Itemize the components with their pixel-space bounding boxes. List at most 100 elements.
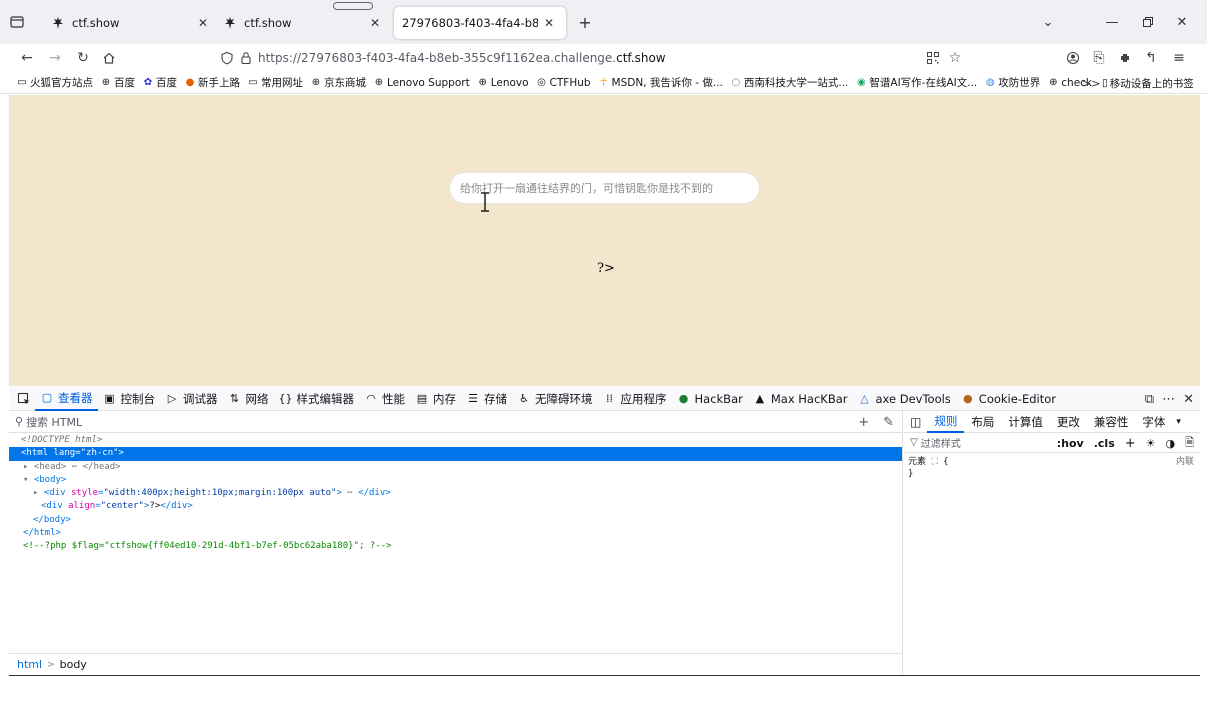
devtools-tab-inspector[interactable]: ▢ 查看器 <box>35 387 98 411</box>
more-options-icon[interactable]: ⋯ <box>1162 392 1175 407</box>
bookmark-item[interactable]: ◎ CTFHub <box>536 77 590 89</box>
bookmark-item[interactable]: ☥ MSDN, 我告诉你 - 做... <box>598 75 723 90</box>
bookmark-item[interactable]: ▭ 火狐官方站点 <box>16 75 93 90</box>
close-tab-icon[interactable]: ✕ <box>364 12 386 34</box>
back-arrow-icon[interactable]: ← <box>16 47 38 69</box>
devtools-tab-console[interactable]: ▣ 控制台 <box>98 387 161 411</box>
close-tab-icon[interactable]: ✕ <box>538 12 560 34</box>
bookmarks-overflow-button[interactable]: >> <box>1082 72 1100 93</box>
url-prefix: https://27976803-f403-4fa4-b8eb-355c9f11… <box>258 51 617 65</box>
eyedropper-icon[interactable]: ✎ <box>883 415 894 430</box>
php-close-text: ?> <box>597 261 615 276</box>
tree-row-body[interactable]: ▾ <body> <box>9 474 902 487</box>
qr-code-icon[interactable] <box>922 47 944 69</box>
breadcrumb-html[interactable]: html <box>17 658 42 671</box>
tab-title: ctf.show <box>72 16 120 30</box>
performance-icon: ◠ <box>366 392 376 405</box>
sidebar-tab-computed[interactable]: 计算值 <box>1001 411 1050 433</box>
folder-icon: ▯ <box>1102 77 1108 89</box>
memory-icon: ▤ <box>416 392 428 405</box>
undo-arrow-icon[interactable]: ↰ <box>1140 47 1162 69</box>
new-tab-button[interactable]: + <box>574 11 596 33</box>
tab-1[interactable]: ctf.show ✕ <box>38 7 220 39</box>
minimize-button[interactable]: — <box>1100 10 1124 34</box>
bookmark-item[interactable]: ⊕ 百度 <box>100 75 135 90</box>
tree-row-div-2[interactable]: <div align="center">?></div> <box>9 500 902 513</box>
chevron-down-icon[interactable]: ⌄ <box>1036 10 1060 34</box>
globe-icon: ⊕ <box>311 77 321 88</box>
bookmark-item[interactable]: ▭ 常用网址 <box>247 75 303 90</box>
devtools-tab-axe[interactable]: △ axe DevTools <box>853 387 956 411</box>
account-icon[interactable] <box>1062 47 1084 69</box>
sidebar-tab-compatibility[interactable]: 兼容性 <box>1087 411 1136 433</box>
sidebar-tab-rules[interactable]: 规则 <box>927 411 965 433</box>
bookmark-item[interactable]: ◉ 智谱AI写作-在线AI文... <box>855 75 977 90</box>
sidebar-tab-changes[interactable]: 更改 <box>1050 411 1087 433</box>
reload-icon[interactable]: ↻ <box>72 47 94 69</box>
tree-row-body-close[interactable]: </body> <box>9 514 902 527</box>
close-window-button[interactable]: ✕ <box>1170 10 1194 34</box>
style-filter-bar[interactable]: ▽ 过滤样式 :hov .cls + ☀ ◑ 🗎 <box>904 433 1200 453</box>
url-domain: ctf.show <box>616 51 666 65</box>
home-icon[interactable] <box>98 47 120 69</box>
restore-button[interactable] <box>1136 10 1160 34</box>
bookmark-item[interactable]: ● 新手上路 <box>184 75 240 90</box>
url-bar[interactable]: https://27976803-f403-4fa4-b8eb-355c9f11… <box>210 46 970 70</box>
bookmark-item[interactable]: ⊕ 京东商城 <box>310 75 366 90</box>
devtools-tab-accessibility[interactable]: ♿ 无障碍环境 <box>512 387 598 411</box>
menu-icon[interactable]: ≡ <box>1168 47 1190 69</box>
tree-row-doctype[interactable]: <!DOCTYPE html> <box>9 434 902 447</box>
tab-list-icon[interactable] <box>6 11 28 33</box>
devtools-tab-application[interactable]: ⁞⁞ 应用程序 <box>598 387 672 411</box>
chevron-down-icon[interactable]: ▾ <box>1172 417 1185 427</box>
devtools-tab-performance[interactable]: ◠ 性能 <box>359 387 410 411</box>
light-theme-icon[interactable]: ☀ <box>1146 437 1156 450</box>
extensions-icon[interactable] <box>1114 47 1136 69</box>
lock-icon[interactable] <box>240 51 252 65</box>
share-icon[interactable]: ⎘ <box>1088 47 1110 69</box>
toggle-pane-icon[interactable]: ◫ <box>904 415 927 429</box>
tab-3-active[interactable]: 27976803-f403-4fa4-b8eb-355c9 ✕ <box>394 7 566 39</box>
element-picker-icon[interactable] <box>13 388 35 410</box>
msdn-icon: ☥ <box>599 77 608 88</box>
bookmark-item[interactable]: ◍ 攻防世界 <box>984 75 1040 90</box>
print-media-icon[interactable]: 🗎 <box>1185 434 1194 453</box>
folder-icon: ▭ <box>17 77 27 88</box>
mobile-bookmarks[interactable]: ▯ 移动设备上的书签 <box>1102 72 1194 93</box>
bookmark-item[interactable]: ✿ 百度 <box>142 75 177 90</box>
devtools-tab-storage[interactable]: ☰ 存储 <box>461 387 512 411</box>
ctfshow-favicon-icon <box>222 15 238 31</box>
devtools-tab-debugger[interactable]: ▷ 调试器 <box>160 387 223 411</box>
devtools-tab-max-hackbar[interactable]: ▲ Max HacKBar <box>748 387 853 411</box>
bookmark-star-icon[interactable]: ☆ <box>944 47 966 69</box>
key-search-input[interactable]: 给你打开一扇通往结界的门，可惜钥匙你是找不到的 <box>449 172 760 204</box>
forward-arrow-icon[interactable]: → <box>44 47 66 69</box>
dark-theme-icon[interactable]: ◑ <box>1166 437 1176 450</box>
shield-icon[interactable] <box>220 51 234 65</box>
devtools-tab-memory[interactable]: ▤ 内存 <box>410 387 461 411</box>
bookmark-item[interactable]: ⊕ Lenovo Support <box>373 77 470 89</box>
breadcrumb-body[interactable]: body <box>60 658 87 671</box>
devtools-tab-network[interactable]: ⇅ 网络 <box>223 387 274 411</box>
hover-toggle[interactable]: :hov <box>1057 437 1084 450</box>
tree-row-head[interactable]: ▸ <head> ⋯ </head> <box>9 461 902 474</box>
close-devtools-icon[interactable]: ✕ <box>1183 392 1194 407</box>
bookmark-item[interactable]: ○ 西南科技大学一站式... <box>730 75 849 90</box>
tree-row-html-close[interactable]: </html> <box>9 527 902 540</box>
add-rule-icon[interactable]: + <box>1125 436 1136 451</box>
tree-row-comment[interactable]: <!--?php $flag="ctfshow{ff04ed10-291d-4b… <box>9 540 902 553</box>
tree-row-html[interactable]: <html lang="zh-cn"> <box>9 447 902 461</box>
add-node-icon[interactable]: + <box>858 415 869 430</box>
devtools-tab-style-editor[interactable]: {} 样式编辑器 <box>274 387 360 411</box>
devtools-bottom-border <box>9 675 1200 676</box>
sidebar-tab-layout[interactable]: 布局 <box>964 411 1001 433</box>
sidebar-tab-fonts[interactable]: 字体 <box>1135 411 1172 433</box>
dock-icon[interactable]: ⧉ <box>1145 392 1154 407</box>
bookmark-item[interactable]: ⊕ Lenovo <box>477 77 528 89</box>
tree-row-div-1[interactable]: ▸ <div style="width:400px;height:10px;ma… <box>9 487 902 500</box>
tab-2[interactable]: ctf.show ✕ <box>210 7 392 39</box>
class-toggle[interactable]: .cls <box>1094 437 1115 450</box>
devtools-tab-hackbar[interactable]: ● HackBar <box>672 387 748 411</box>
html-search-bar[interactable]: ⚲ 搜索 HTML + ✎ <box>9 411 902 433</box>
devtools-tab-cookie-editor[interactable]: ● Cookie-Editor <box>956 387 1061 411</box>
